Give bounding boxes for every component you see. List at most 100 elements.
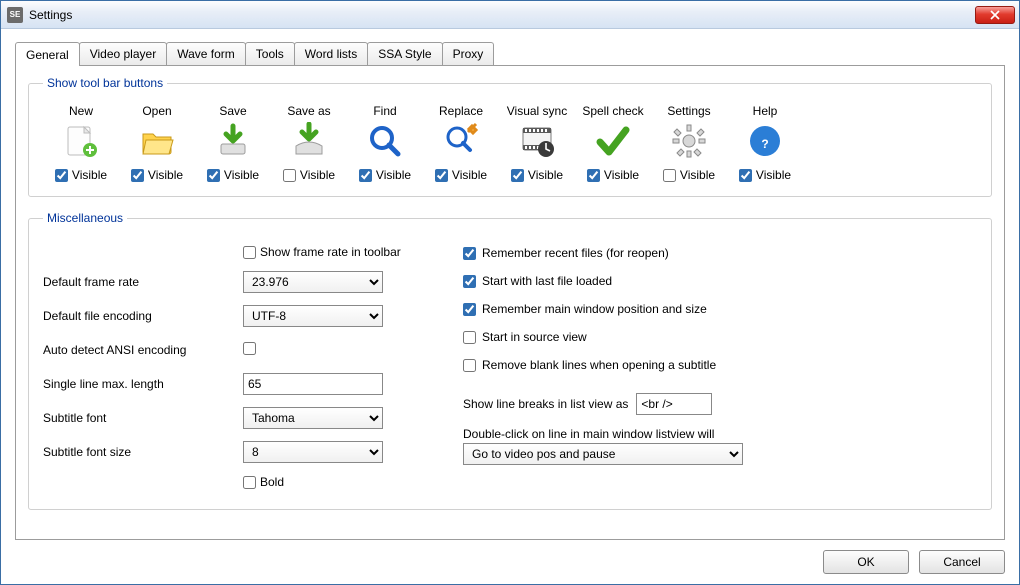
visible-label: Visible bbox=[528, 168, 563, 182]
start-last-checkbox[interactable] bbox=[463, 275, 476, 288]
tool-visible-checkbox-help[interactable] bbox=[739, 169, 752, 182]
tool-visible-checkbox-new[interactable] bbox=[55, 169, 68, 182]
tab-ssa-style[interactable]: SSA Style bbox=[367, 42, 442, 65]
remember-recent-checkbox[interactable] bbox=[463, 247, 476, 260]
find-icon bbox=[365, 122, 405, 160]
dblclick-label: Double-click on line in main window list… bbox=[463, 427, 977, 441]
tool-col-open: Open Visible bbox=[119, 104, 195, 182]
tool-visible-help[interactable]: Visible bbox=[739, 168, 791, 182]
default-encoding-select[interactable]: UTF-8 bbox=[243, 305, 383, 327]
tool-visible-checkbox-vsync[interactable] bbox=[511, 169, 524, 182]
visible-label: Visible bbox=[224, 168, 259, 182]
tab-panel-general: Show tool bar buttons New Visible Open Visi… bbox=[15, 65, 1005, 540]
tool-visible-saveas[interactable]: Visible bbox=[283, 168, 335, 182]
replace-icon bbox=[441, 122, 481, 160]
dialog-buttons: OK Cancel bbox=[15, 540, 1005, 574]
tool-label-new: New bbox=[69, 104, 93, 118]
svg-text:?: ? bbox=[761, 137, 768, 151]
tabstrip: General Video player Wave form Tools Wor… bbox=[15, 41, 1005, 65]
tool-visible-checkbox-find[interactable] bbox=[359, 169, 372, 182]
tool-label-settings: Settings bbox=[667, 104, 710, 118]
remember-window-label: Remember main window position and size bbox=[482, 302, 707, 316]
tool-label-help: Help bbox=[753, 104, 778, 118]
default-framerate-select[interactable]: 23.976 bbox=[243, 271, 383, 293]
help-icon: ? bbox=[745, 122, 785, 160]
single-line-max-input[interactable] bbox=[243, 373, 383, 395]
tab-word-lists[interactable]: Word lists bbox=[294, 42, 368, 65]
bold-checkbox[interactable] bbox=[243, 476, 256, 489]
dblclick-select[interactable]: Go to video pos and pause bbox=[463, 443, 743, 465]
spell-icon bbox=[593, 122, 633, 160]
toolbar-buttons-group: Show tool bar buttons New Visible Open Visi… bbox=[28, 76, 992, 197]
cancel-button[interactable]: Cancel bbox=[919, 550, 1005, 574]
visible-label: Visible bbox=[376, 168, 411, 182]
subtitle-font-label: Subtitle font bbox=[43, 411, 243, 425]
visible-label: Visible bbox=[756, 168, 791, 182]
remember-recent-label: Remember recent files (for reopen) bbox=[482, 246, 669, 260]
client-area: General Video player Wave form Tools Wor… bbox=[1, 29, 1019, 584]
subtitle-font-size-label: Subtitle font size bbox=[43, 445, 243, 459]
tool-visible-new[interactable]: Visible bbox=[55, 168, 107, 182]
tool-visible-find[interactable]: Visible bbox=[359, 168, 411, 182]
misc-legend: Miscellaneous bbox=[43, 211, 127, 225]
visible-label: Visible bbox=[452, 168, 487, 182]
tool-label-save: Save bbox=[219, 104, 246, 118]
bold-row[interactable]: Bold bbox=[243, 475, 284, 489]
visible-label: Visible bbox=[72, 168, 107, 182]
remove-blank-checkbox[interactable] bbox=[463, 359, 476, 372]
settings-window: SE Settings General Video player Wave fo… bbox=[0, 0, 1020, 585]
tool-visible-checkbox-saveas[interactable] bbox=[283, 169, 296, 182]
default-encoding-label: Default file encoding bbox=[43, 309, 243, 323]
tool-label-saveas: Save as bbox=[287, 104, 330, 118]
tool-visible-checkbox-save[interactable] bbox=[207, 169, 220, 182]
app-icon: SE bbox=[7, 7, 23, 23]
ok-button[interactable]: OK bbox=[823, 550, 909, 574]
subtitle-font-size-select[interactable]: 8 bbox=[243, 441, 383, 463]
tool-label-open: Open bbox=[142, 104, 171, 118]
close-icon bbox=[990, 10, 1000, 20]
tool-visible-settings[interactable]: Visible bbox=[663, 168, 715, 182]
close-button[interactable] bbox=[975, 6, 1015, 24]
tool-visible-open[interactable]: Visible bbox=[131, 168, 183, 182]
show-framerate-row[interactable]: Show frame rate in toolbar bbox=[243, 245, 401, 259]
visible-label: Visible bbox=[148, 168, 183, 182]
tool-visible-spell[interactable]: Visible bbox=[587, 168, 639, 182]
tab-tools[interactable]: Tools bbox=[245, 42, 295, 65]
tool-label-find: Find bbox=[373, 104, 396, 118]
open-icon bbox=[137, 122, 177, 160]
auto-ansi-checkbox[interactable] bbox=[243, 342, 256, 355]
tool-visible-checkbox-open[interactable] bbox=[131, 169, 144, 182]
tool-visible-checkbox-spell[interactable] bbox=[587, 169, 600, 182]
tool-visible-checkbox-settings[interactable] bbox=[663, 169, 676, 182]
misc-right-column: Remember recent files (for reopen) Start… bbox=[443, 239, 977, 495]
remember-window-checkbox[interactable] bbox=[463, 303, 476, 316]
visible-label: Visible bbox=[300, 168, 335, 182]
window-title: Settings bbox=[29, 8, 975, 22]
tool-col-find: Find Visible bbox=[347, 104, 423, 182]
tool-label-replace: Replace bbox=[439, 104, 483, 118]
tab-proxy[interactable]: Proxy bbox=[442, 42, 495, 65]
single-line-max-label: Single line max. length bbox=[43, 377, 243, 391]
tool-col-replace: Replace Visible bbox=[423, 104, 499, 182]
show-framerate-label: Show frame rate in toolbar bbox=[260, 245, 401, 259]
tool-col-help: Help? Visible bbox=[727, 104, 803, 182]
subtitle-font-select[interactable]: Tahoma bbox=[243, 407, 383, 429]
tool-col-new: New Visible bbox=[43, 104, 119, 182]
visible-label: Visible bbox=[680, 168, 715, 182]
linebreak-label: Show line breaks in list view as bbox=[463, 397, 628, 411]
toolbar-buttons-legend: Show tool bar buttons bbox=[43, 76, 167, 90]
titlebar: SE Settings bbox=[1, 1, 1019, 29]
tool-visible-checkbox-replace[interactable] bbox=[435, 169, 448, 182]
tab-video-player[interactable]: Video player bbox=[79, 42, 168, 65]
tab-wave-form[interactable]: Wave form bbox=[166, 42, 246, 65]
show-framerate-checkbox[interactable] bbox=[243, 246, 256, 259]
start-source-checkbox[interactable] bbox=[463, 331, 476, 344]
tool-visible-replace[interactable]: Visible bbox=[435, 168, 487, 182]
linebreak-input[interactable] bbox=[636, 393, 712, 415]
tool-col-save: Save Visible bbox=[195, 104, 271, 182]
tool-visible-vsync[interactable]: Visible bbox=[511, 168, 563, 182]
remove-blank-label: Remove blank lines when opening a subtit… bbox=[482, 358, 716, 372]
tool-visible-save[interactable]: Visible bbox=[207, 168, 259, 182]
tool-label-vsync: Visual sync bbox=[507, 104, 567, 118]
tab-general[interactable]: General bbox=[15, 42, 80, 66]
